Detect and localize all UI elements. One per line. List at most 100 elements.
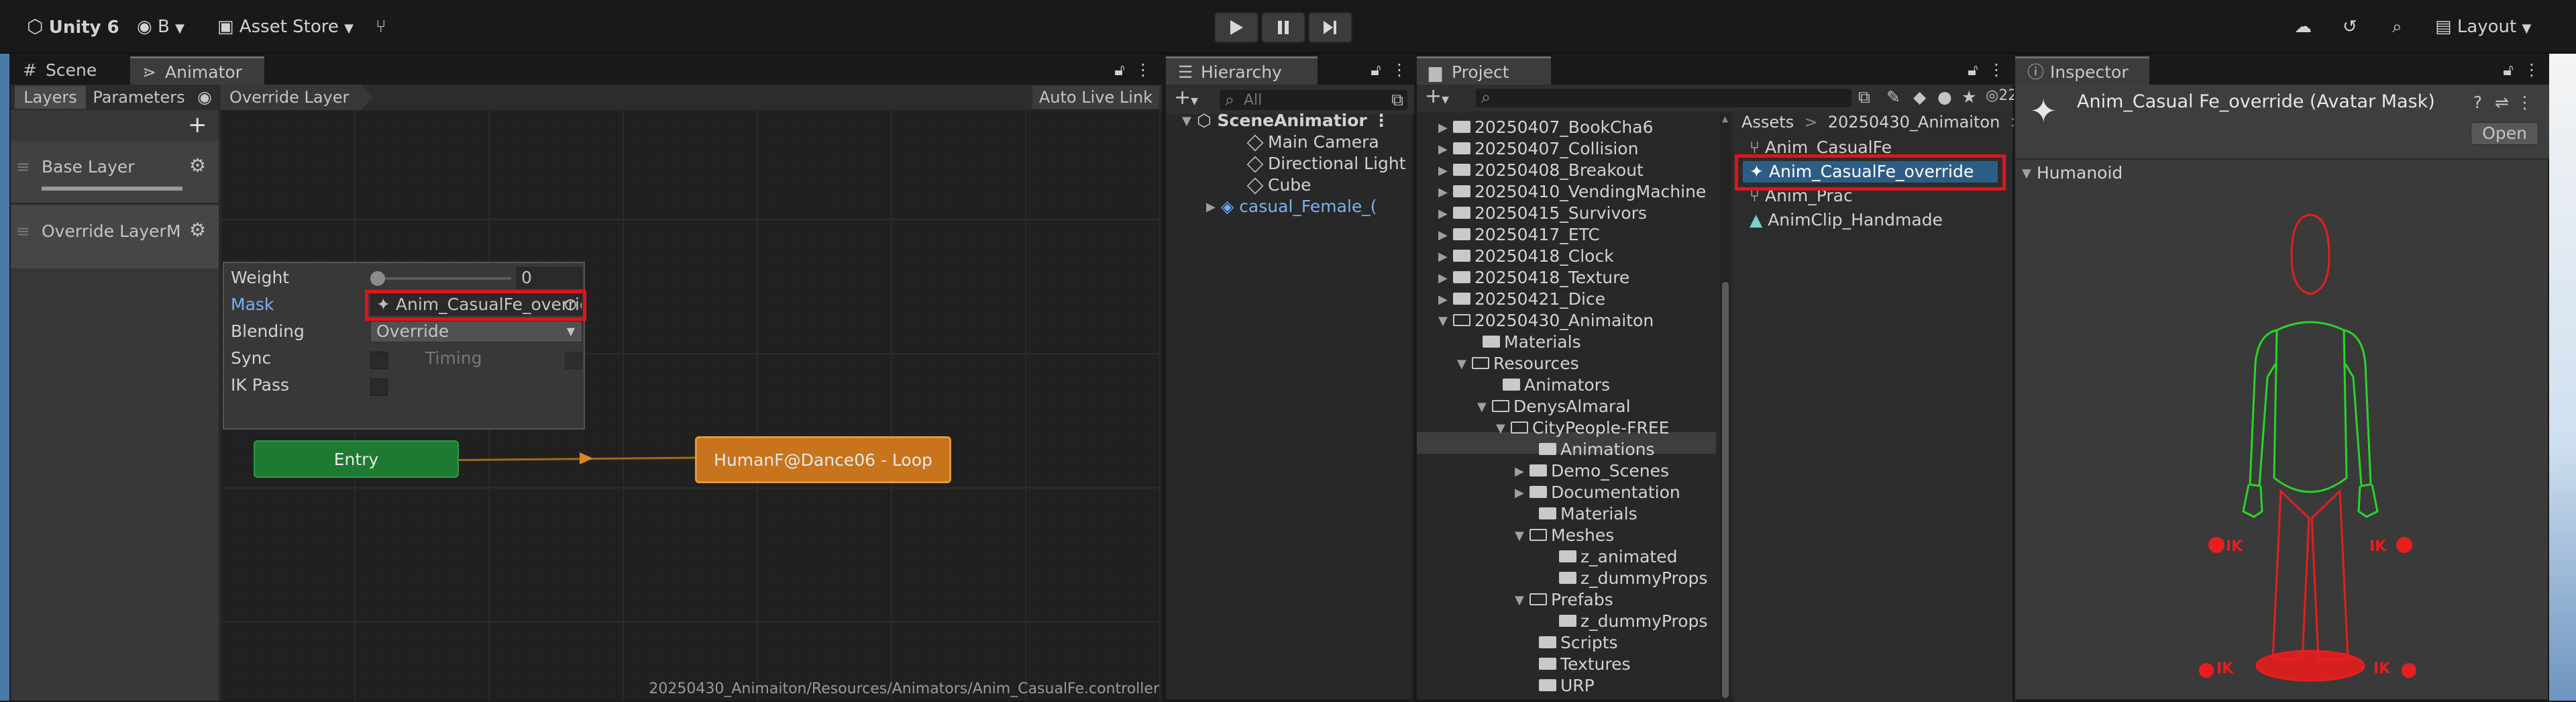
hierarchy-item[interactable]: Cube (1246, 174, 1311, 196)
expand-arrow-icon[interactable]: ▼ (1515, 590, 1529, 611)
cloud-button[interactable]: ☁ (2288, 9, 2318, 44)
expand-arrow-icon[interactable]: ▼ (1477, 397, 1492, 418)
hierarchy-tab-options[interactable]: 🔓︎ ⋮ (1371, 55, 1407, 85)
favorites-star-icon[interactable]: ★ (1962, 87, 1976, 107)
layer-item[interactable]: ≡ Override Layer M ⚙ (11, 205, 219, 268)
step-button[interactable] (1308, 12, 1352, 43)
folder-row[interactable]: z_dummyProps (1544, 568, 1707, 589)
tab-scene[interactable]: # Scene (11, 56, 106, 85)
folder-row[interactable]: Textures (1524, 654, 1631, 675)
open-button[interactable]: Open (2471, 122, 2538, 145)
search-by-type-icon[interactable]: ⧉ (1858, 87, 1870, 107)
help-icon[interactable]: ? (2473, 93, 2482, 112)
folder-row[interactable]: Scripts (1524, 632, 1618, 654)
gear-icon[interactable]: ⚙ (189, 154, 206, 177)
expand-arrow-icon[interactable]: ▶ (1438, 246, 1453, 268)
breadcrumb-item[interactable]: Assets (1741, 113, 1794, 132)
expand-arrow-icon[interactable]: ▶ (1438, 160, 1453, 182)
warning-icon[interactable]: ● (1937, 87, 1952, 107)
state-node[interactable]: HumanF@Dance06 - Loop (695, 436, 951, 483)
folder-row[interactable]: ▶ 20250410_VendingMachine (1438, 181, 1706, 203)
gear-icon[interactable]: ⚙ (189, 219, 206, 241)
ik-right-foot-icon[interactable] (2402, 663, 2416, 678)
expand-arrow-icon[interactable]: ▶ (1515, 461, 1529, 483)
folder-row[interactable]: ▼ DenysAlmaral (1477, 396, 1631, 417)
hierarchy-prefab-item[interactable]: ▶ ◈ casual_Female_( (1206, 196, 1414, 217)
expand-arrow-icon[interactable]: ▶ (1515, 483, 1529, 504)
folder-row[interactable]: ▶ 20250418_Texture (1438, 267, 1629, 289)
filter-icon[interactable]: ⧉ (1391, 90, 1403, 110)
scroll-up-arrow-icon[interactable]: ▲ (1722, 114, 1729, 123)
tag-icon[interactable]: ◆ (1913, 87, 1926, 107)
folder-row[interactable]: Materials (1468, 332, 1581, 353)
right-arm[interactable] (2343, 329, 2372, 487)
create-dropdown[interactable]: +▼ (1174, 86, 1198, 109)
search-by-label-icon[interactable]: ✎ (1886, 87, 1900, 107)
hierarchy-search-input[interactable] (1242, 91, 1377, 109)
expand-arrow-icon[interactable]: ▼ (1457, 354, 1472, 375)
unity-account-button[interactable]: ⬡ Unity 6 (20, 9, 126, 44)
tab-animator[interactable]: ⋗ Animator (130, 56, 264, 85)
project-search[interactable]: ⌕ (1476, 87, 1851, 107)
inspector-tab-options[interactable]: 🔓︎ ⋮ (2503, 55, 2540, 85)
expand-arrow-icon[interactable]: ▶ (1438, 203, 1453, 225)
drag-handle-icon[interactable]: ≡ (16, 221, 30, 241)
version-control-button[interactable]: ⑂ (369, 9, 393, 44)
left-hand[interactable] (2242, 484, 2263, 518)
scene-row[interactable]: ▼ ⬡ SceneAnimatior ⋮ (1182, 110, 1389, 132)
expand-arrow-icon[interactable]: ▶ (1438, 225, 1453, 246)
tab-layers[interactable]: Layers (15, 86, 86, 109)
project-tab-options[interactable]: 🔓︎ ⋮ (1968, 55, 2004, 85)
create-dropdown[interactable]: +▼ (1425, 85, 1449, 108)
transition-line[interactable] (425, 456, 698, 462)
preset-icon[interactable]: ⇌ (2495, 93, 2509, 112)
folder-row[interactable]: ▶ 20250421_Dice (1438, 289, 1605, 310)
avatar-mask-figure[interactable] (2203, 196, 2418, 701)
path-breadcrumb[interactable]: Assets > 20250430_Animaiton > R (1741, 111, 2045, 133)
folder-row[interactable]: ▶ 20250407_BookCha6 (1438, 117, 1654, 138)
folder-row[interactable]: ▶ 20250407_Collision (1438, 138, 1638, 160)
expand-arrow-icon[interactable]: ▼ (2022, 163, 2037, 185)
folder-row[interactable]: ▶ 20250418_Clock (1438, 246, 1614, 267)
expand-arrow-icon[interactable]: ▶ (1438, 117, 1453, 139)
breadcrumb-item[interactable]: 20250430_Animaiton (1828, 113, 2000, 132)
left-arm[interactable] (2249, 329, 2277, 487)
entry-node[interactable]: Entry (254, 440, 459, 478)
kebab-menu-icon[interactable]: ⋮ (2516, 93, 2533, 112)
right-hand[interactable] (2357, 484, 2379, 518)
state-machine-graph[interactable]: Override Layer Auto Live Link Weight 0 M… (220, 85, 1162, 701)
layer-item[interactable]: ≡ Base Layer ⚙ (11, 141, 219, 204)
folder-row[interactable]: ▼ Prefabs (1515, 589, 1613, 611)
history-button[interactable]: ↺ (2336, 9, 2364, 44)
folder-row[interactable]: ▼ 20250430_Animaiton (1438, 310, 1654, 332)
tab-parameters[interactable]: Parameters (89, 86, 189, 109)
folder-row[interactable]: ▶ 20250417_ETC (1438, 224, 1600, 246)
add-layer-button[interactable]: + (188, 111, 207, 138)
folder-row[interactable]: URP (1524, 675, 1595, 697)
folder-tree-scrollbar[interactable]: ▲ (1720, 114, 1731, 702)
hierarchy-item[interactable]: Main Camera (1246, 132, 1379, 153)
expand-arrow-icon[interactable]: ▶ (1438, 139, 1453, 160)
folder-row[interactable]: ▼ CityPeople-FREE (1496, 417, 1669, 439)
tab-hierarchy[interactable]: ☰ Hierarchy (1166, 56, 1318, 85)
folder-row[interactable]: Materials (1524, 503, 1638, 525)
folder-row[interactable]: Animators (1488, 374, 1610, 396)
expand-arrow-icon[interactable]: ▶ (1438, 268, 1453, 289)
folder-row[interactable]: Animations (1524, 439, 1654, 460)
expand-arrow-icon[interactable]: ▶ (1438, 182, 1453, 203)
scrollbar-thumb[interactable] (1722, 282, 1729, 698)
ik-right-hand-icon[interactable] (2396, 537, 2412, 553)
folder-row[interactable]: ▶ Documentation (1515, 482, 1680, 503)
tab-project[interactable]: ▆ Project (1417, 56, 1551, 85)
expand-arrow-icon[interactable]: ▼ (1496, 418, 1511, 440)
layout-dropdown[interactable]: ▤ Layout ▼ (2428, 9, 2538, 44)
animator-tab-options[interactable]: 🔓︎ ⋮ (1114, 55, 1151, 85)
hierarchy-search[interactable]: ⌕ ⧉ (1220, 90, 1407, 110)
tab-inspector[interactable]: ⓘ Inspector (2015, 56, 2149, 85)
humanoid-foldout[interactable]: ▼ Humanoid (2022, 162, 2123, 184)
pause-button[interactable] (1261, 12, 1305, 43)
folder-row[interactable]: z_dummyProps (1544, 611, 1707, 632)
expand-arrow-icon[interactable]: ▼ (1438, 311, 1453, 332)
folder-row[interactable]: ▼ Meshes (1515, 525, 1614, 546)
kebab-menu-icon[interactable]: ⋮ (1373, 111, 1389, 130)
